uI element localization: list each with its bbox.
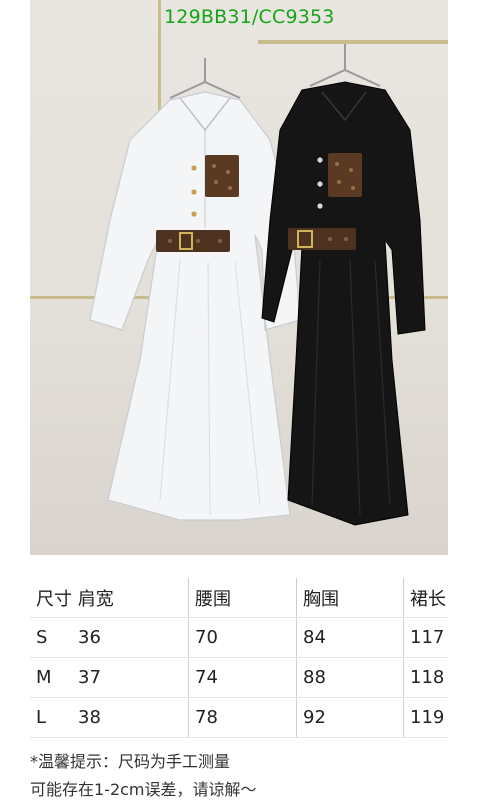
shoulder-value: 37 [78,667,101,688]
header-waist: 腰围 [188,578,297,618]
product-photo: 129BB31/CC9353 [30,0,448,555]
size-table: 尺寸 肩宽 腰围 胸围 裙长 S 36 70 84 117 M 37 74 88 1… [30,578,448,738]
watermark-code: 129BB31/CC9353 [164,6,335,28]
bust-value: 88 [296,657,404,698]
shoulder-value: 36 [78,627,101,648]
table-header-row: 尺寸 肩宽 腰围 胸围 裙长 [30,578,448,618]
table-row: S 36 70 84 117 [30,617,448,658]
waist-value: 78 [188,697,297,738]
size-label: M [36,667,52,688]
header-length: 裙长 [403,578,448,618]
table-row: L 38 78 92 119 [30,697,448,738]
length-value: 119 [403,697,448,738]
waist-value: 70 [188,617,297,658]
size-label: S [36,627,48,648]
dresses-illustration [89,44,426,526]
bust-value: 92 [296,697,404,738]
table-row: M 37 74 88 118 [30,657,448,698]
length-value: 117 [403,617,448,658]
header-size-shoulder: 尺寸 肩宽 [30,578,189,618]
note-line-1: *温馨提示：尺码为手工测量 [30,752,231,771]
shoulder-value: 38 [78,707,101,728]
measurement-note: *温馨提示：尺码为手工测量 可能存在1-2cm误差，请谅解～ [30,748,460,804]
bust-value: 84 [296,617,404,658]
waist-value: 74 [188,657,297,698]
length-value: 118 [403,657,448,698]
header-bust: 胸围 [296,578,404,618]
size-label: L [36,707,47,728]
